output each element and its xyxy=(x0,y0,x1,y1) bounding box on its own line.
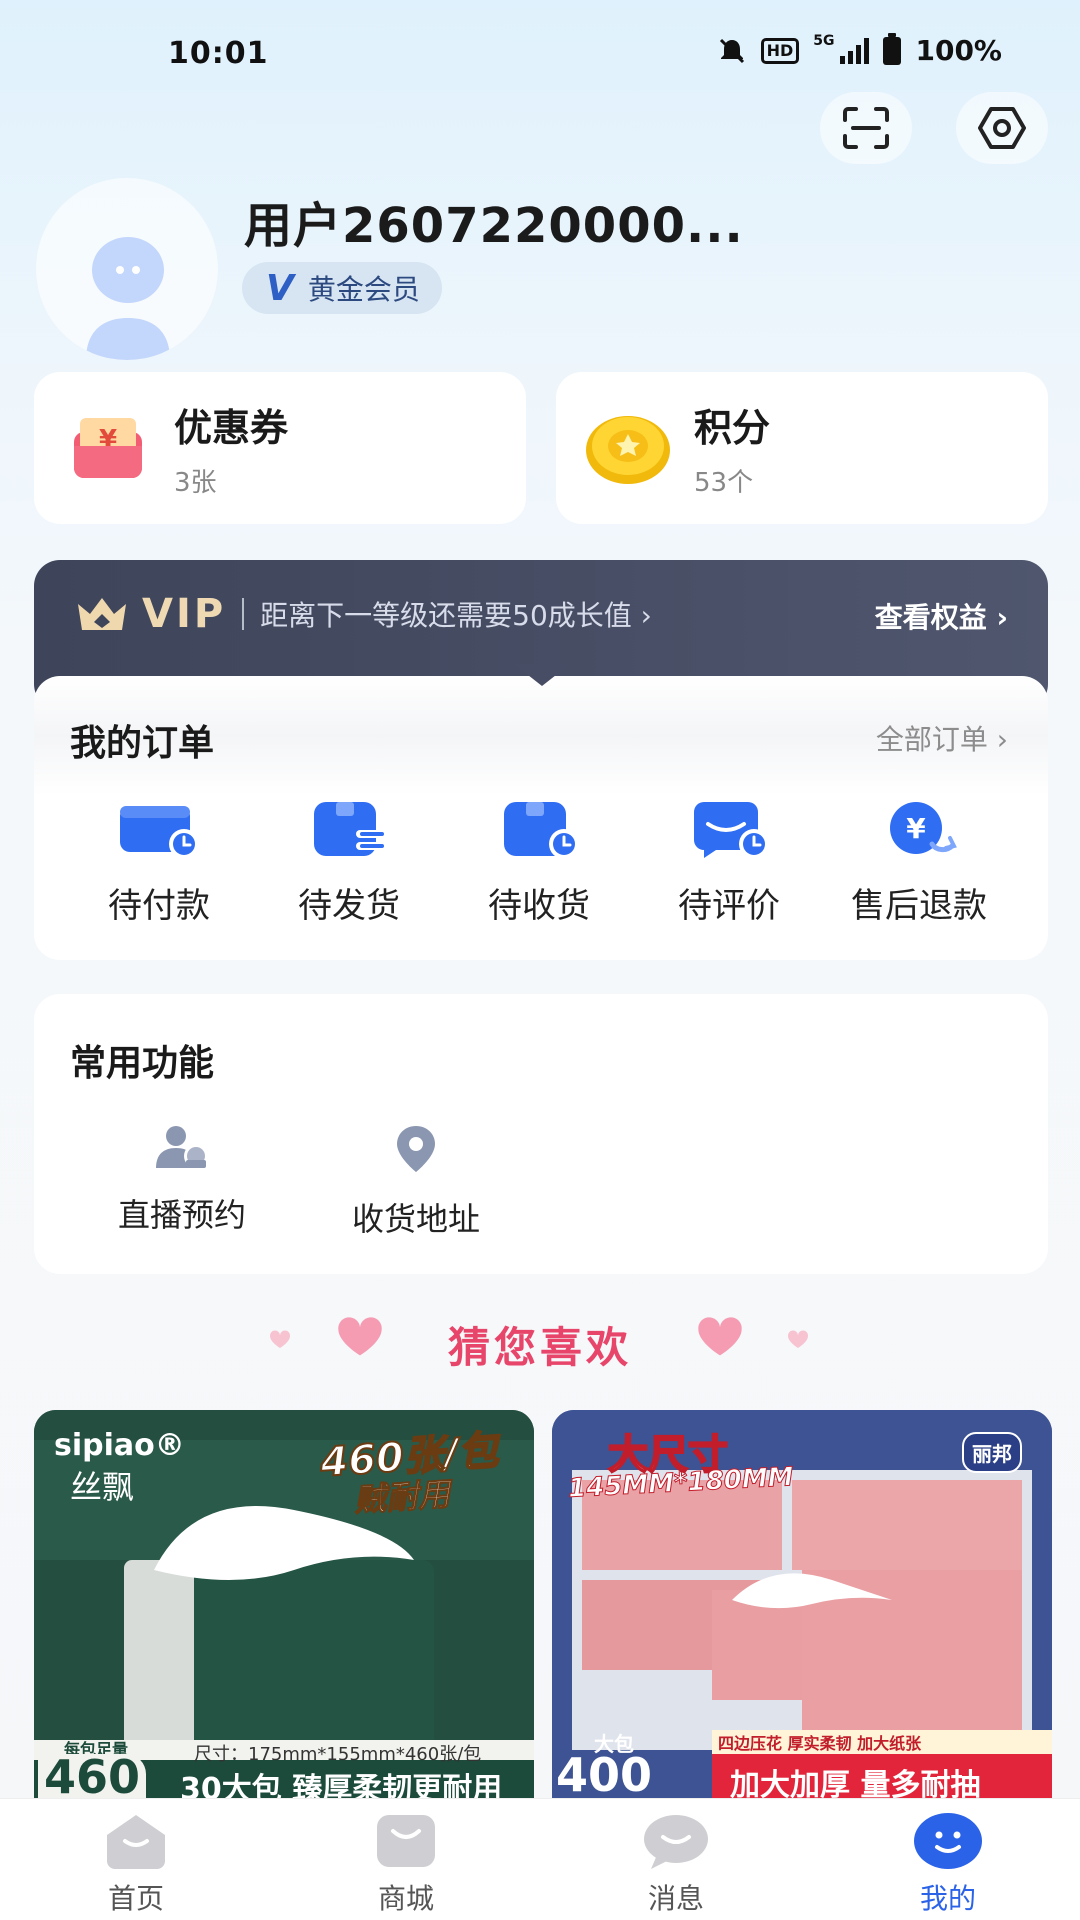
product-tag: 四边压花 厚实柔韧 加大纸张 xyxy=(718,1734,922,1753)
username: 用户2607220000... xyxy=(244,198,744,254)
points-title: 积分 xyxy=(694,406,771,450)
product-count: 460 xyxy=(38,1754,147,1800)
order-pending-payment[interactable]: 待付款 xyxy=(64,800,254,927)
profile-face-icon xyxy=(914,1813,982,1869)
refund-yen-icon: ¥ xyxy=(890,802,957,854)
mall-bag-icon xyxy=(377,1815,435,1867)
pointer-notch xyxy=(514,664,570,686)
function-live-booking[interactable]: 直播预约 xyxy=(102,1124,262,1236)
function-label: 收货地址 xyxy=(351,1200,480,1238)
order-label: 待收货 xyxy=(488,886,590,926)
order-after-sales-refund[interactable]: ¥ 售后退款 xyxy=(824,800,1014,927)
nav-label: 我的 xyxy=(919,1882,976,1915)
battery-percent: 100% xyxy=(915,34,1002,67)
avatar[interactable] xyxy=(36,178,218,360)
points-coin-icon xyxy=(586,416,670,484)
order-pending-review[interactable]: 待评价 xyxy=(634,800,824,927)
battery-icon xyxy=(883,32,902,65)
coupon-title: 优惠券 xyxy=(174,406,289,450)
settings-button[interactable] xyxy=(956,92,1048,164)
nav-profile[interactable]: 我的 xyxy=(878,1811,1018,1917)
vip-label: VIP xyxy=(142,591,227,637)
points-card[interactable]: 积分 53个 xyxy=(556,372,1048,524)
coupon-icon: ¥ xyxy=(74,418,142,478)
function-label: 直播预约 xyxy=(117,1196,246,1234)
product-bottom-slogan: 30大包 臻厚柔韧更耐用 xyxy=(180,1772,503,1800)
mute-bell-icon xyxy=(719,38,744,63)
member-level-badge[interactable]: V 黄金会员 xyxy=(242,262,442,314)
nav-label: 商城 xyxy=(377,1882,434,1915)
settings-hexagon-icon xyxy=(978,107,1026,149)
nav-messages[interactable]: 消息 xyxy=(606,1811,746,1917)
product-count: 400 xyxy=(556,1748,653,1800)
product-size: 尺寸：175mm*155mm*460张/包 xyxy=(194,1744,482,1765)
points-count: 53个 xyxy=(694,468,754,498)
bottom-nav: 首页 商城 消息 我的 xyxy=(0,1798,1080,1920)
package-clock-icon xyxy=(504,802,579,859)
common-functions-card: 常用功能 直播预约 收货地址 xyxy=(34,994,1048,1274)
product-brand: sipiao® xyxy=(54,1428,185,1463)
product-card[interactable]: sipiao® 丝飘 460张/包 贼耐用 尺寸：175mm*155mm*460… xyxy=(34,1410,534,1800)
location-pin-icon xyxy=(397,1126,435,1172)
recommend-title: 猜您喜欢 xyxy=(447,1323,632,1372)
vip-progress-text: 距离下一等级还需要50成长值 › xyxy=(260,599,652,632)
coupon-card[interactable]: ¥ 优惠券 3张 xyxy=(34,372,526,524)
orders-card: 我的订单 全部订单 › 待付款 待发货 待收货 待评价 ¥ 售后退款 xyxy=(34,664,1048,960)
product-card[interactable]: 大尺寸 145MM*180MM 丽邦 四边压花 厚实柔韧 加大纸张 大包 400… xyxy=(552,1410,1052,1800)
hd-icon: HD xyxy=(760,37,800,64)
order-label: 待评价 xyxy=(678,886,780,926)
order-pending-receipt[interactable]: 待收货 xyxy=(444,800,634,927)
order-label: 待付款 xyxy=(108,886,210,926)
functions-title: 常用功能 xyxy=(70,1043,215,1084)
message-icon xyxy=(644,1815,708,1869)
wallet-clock-icon xyxy=(120,806,199,859)
status-icons: HD 5G 100% xyxy=(717,32,1002,67)
order-label: 售后退款 xyxy=(851,886,987,926)
order-pending-shipment[interactable]: 待发货 xyxy=(254,800,444,927)
nav-mall[interactable]: 商城 xyxy=(336,1811,476,1917)
view-benefits-link[interactable]: 查看权益 › xyxy=(875,596,1008,636)
live-booking-icon xyxy=(156,1126,208,1168)
all-orders-link[interactable]: 全部订单 › xyxy=(876,718,1008,758)
home-icon xyxy=(107,1815,165,1869)
status-time: 10:01 xyxy=(168,36,269,71)
product-brand: 丽邦 xyxy=(962,1432,1022,1473)
scan-icon xyxy=(843,107,889,149)
product-brand-cn: 丝飘 xyxy=(70,1468,135,1506)
product-bottom-slogan: 加大加厚 量多耐抽 xyxy=(730,1768,981,1800)
member-level-label: 黄金会员 xyxy=(307,273,420,306)
nav-label: 首页 xyxy=(107,1882,164,1915)
member-v-icon: V xyxy=(266,267,294,309)
default-avatar-icon xyxy=(86,237,170,360)
product-promo-secondary: 贼耐用 xyxy=(352,1474,452,1520)
package-list-icon xyxy=(314,802,386,856)
orders-title: 我的订单 xyxy=(70,723,215,764)
function-shipping-address[interactable]: 收货地址 xyxy=(336,1124,496,1240)
order-label: 待发货 xyxy=(298,886,400,926)
vip-divider xyxy=(242,598,245,630)
nav-home[interactable]: 首页 xyxy=(66,1811,206,1917)
crown-icon xyxy=(78,598,126,630)
scan-button[interactable] xyxy=(820,92,912,164)
nav-label: 消息 xyxy=(647,1882,704,1915)
network-label: 5G xyxy=(813,33,835,49)
svg-text:¥: ¥ xyxy=(906,812,926,845)
signal-icon xyxy=(840,37,870,64)
chat-clock-icon xyxy=(694,802,769,859)
coupon-count: 3张 xyxy=(174,468,217,498)
